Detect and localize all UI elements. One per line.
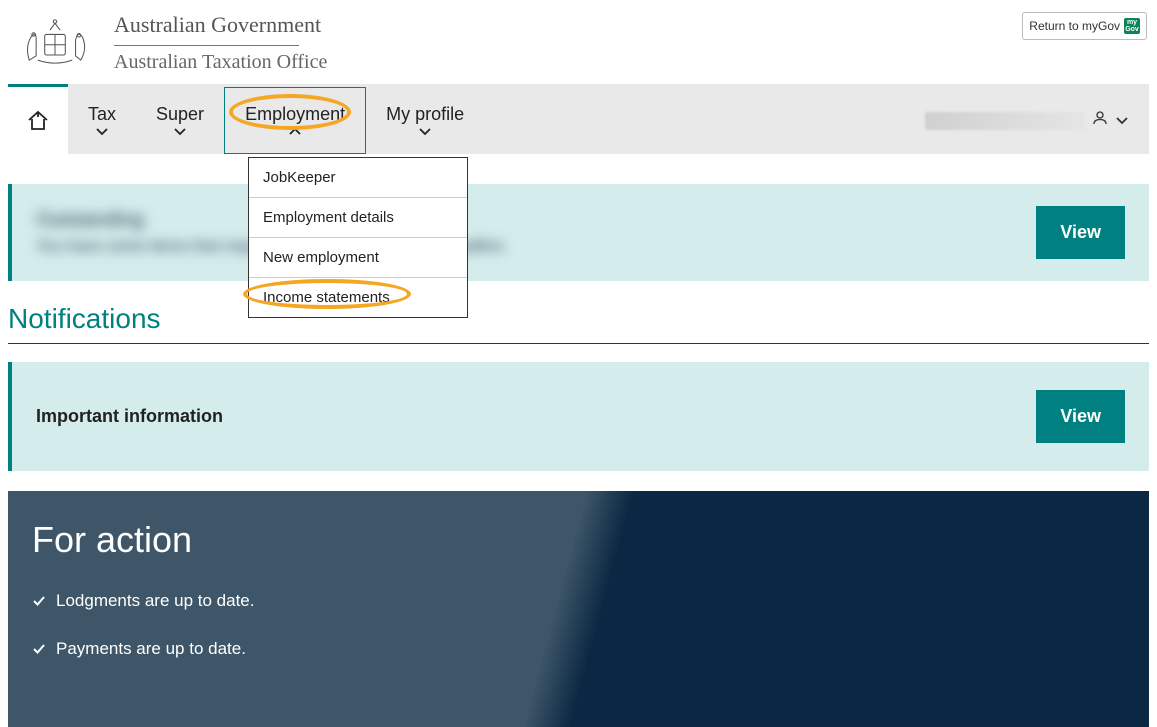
mygov-icon: my Gov	[1124, 18, 1140, 34]
dropdown-label: New employment	[263, 249, 379, 266]
nav-employment-label: Employment	[245, 104, 345, 125]
logo-divider	[114, 45, 299, 46]
important-info-text: Important information	[36, 406, 223, 427]
return-mygov-label: Return to myGov	[1029, 19, 1120, 33]
user-icon	[1091, 109, 1109, 132]
ato-title: Australian Taxation Office	[114, 51, 327, 74]
nav-tax-label: Tax	[88, 104, 116, 125]
view-button-top[interactable]: View	[1036, 206, 1125, 259]
dropdown-item-new-employment[interactable]: New employment	[249, 238, 467, 278]
for-action-item-text: Lodgments are up to date.	[56, 591, 254, 611]
chevron-down-icon	[173, 127, 187, 137]
view-button-info[interactable]: View	[1036, 390, 1125, 443]
top-banner: Outstanding You have some items that req…	[8, 184, 1149, 281]
nav-profile-menu[interactable]	[905, 87, 1149, 154]
for-action-item: Lodgments are up to date.	[32, 591, 1125, 611]
dropdown-label: Income statements	[263, 289, 390, 306]
dropdown-item-income-statements[interactable]: Income statements	[249, 278, 467, 317]
divider	[8, 343, 1149, 344]
employment-dropdown: JobKeeper Employment details New employm…	[248, 157, 468, 318]
for-action-title: For action	[32, 519, 1125, 561]
home-icon	[26, 109, 50, 133]
main-navbar: Tax Super Employment My profile JobKeepe…	[8, 84, 1149, 154]
main-content: Outstanding You have some items that req…	[0, 184, 1157, 727]
dropdown-item-employment-details[interactable]: Employment details	[249, 198, 467, 238]
dropdown-label: JobKeeper	[263, 169, 336, 186]
coat-of-arms-icon	[10, 13, 100, 73]
chevron-down-icon	[418, 127, 432, 137]
chevron-down-icon	[95, 127, 109, 137]
nav-super-label: Super	[156, 104, 204, 125]
logo-text: Australian Government Australian Taxatio…	[114, 12, 327, 74]
header-top: Australian Government Australian Taxatio…	[0, 0, 1157, 84]
chevron-down-icon	[1115, 116, 1129, 126]
chevron-up-icon	[288, 127, 302, 137]
nav-myprofile-label: My profile	[386, 104, 464, 125]
nav-super[interactable]: Super	[136, 87, 224, 154]
nav-home-button[interactable]	[8, 84, 68, 154]
dropdown-item-jobkeeper[interactable]: JobKeeper	[249, 158, 467, 198]
return-mygov-button[interactable]: Return to myGov my Gov	[1022, 12, 1147, 40]
gov-title: Australian Government	[114, 12, 327, 38]
for-action-panel: For action Lodgments are up to date. Pay…	[8, 491, 1149, 727]
logo-area: Australian Government Australian Taxatio…	[10, 12, 327, 74]
nav-tax[interactable]: Tax	[68, 87, 136, 154]
for-action-item-text: Payments are up to date.	[56, 639, 246, 659]
check-icon	[32, 642, 46, 656]
dropdown-label: Employment details	[263, 209, 394, 226]
nav-myprofile[interactable]: My profile	[366, 87, 484, 154]
notifications-heading: Notifications	[8, 303, 1149, 335]
nav-employment[interactable]: Employment	[224, 87, 366, 154]
important-info-banner: Important information View	[8, 362, 1149, 471]
profile-name-redacted	[925, 112, 1085, 130]
for-action-item: Payments are up to date.	[32, 639, 1125, 659]
check-icon	[32, 594, 46, 608]
